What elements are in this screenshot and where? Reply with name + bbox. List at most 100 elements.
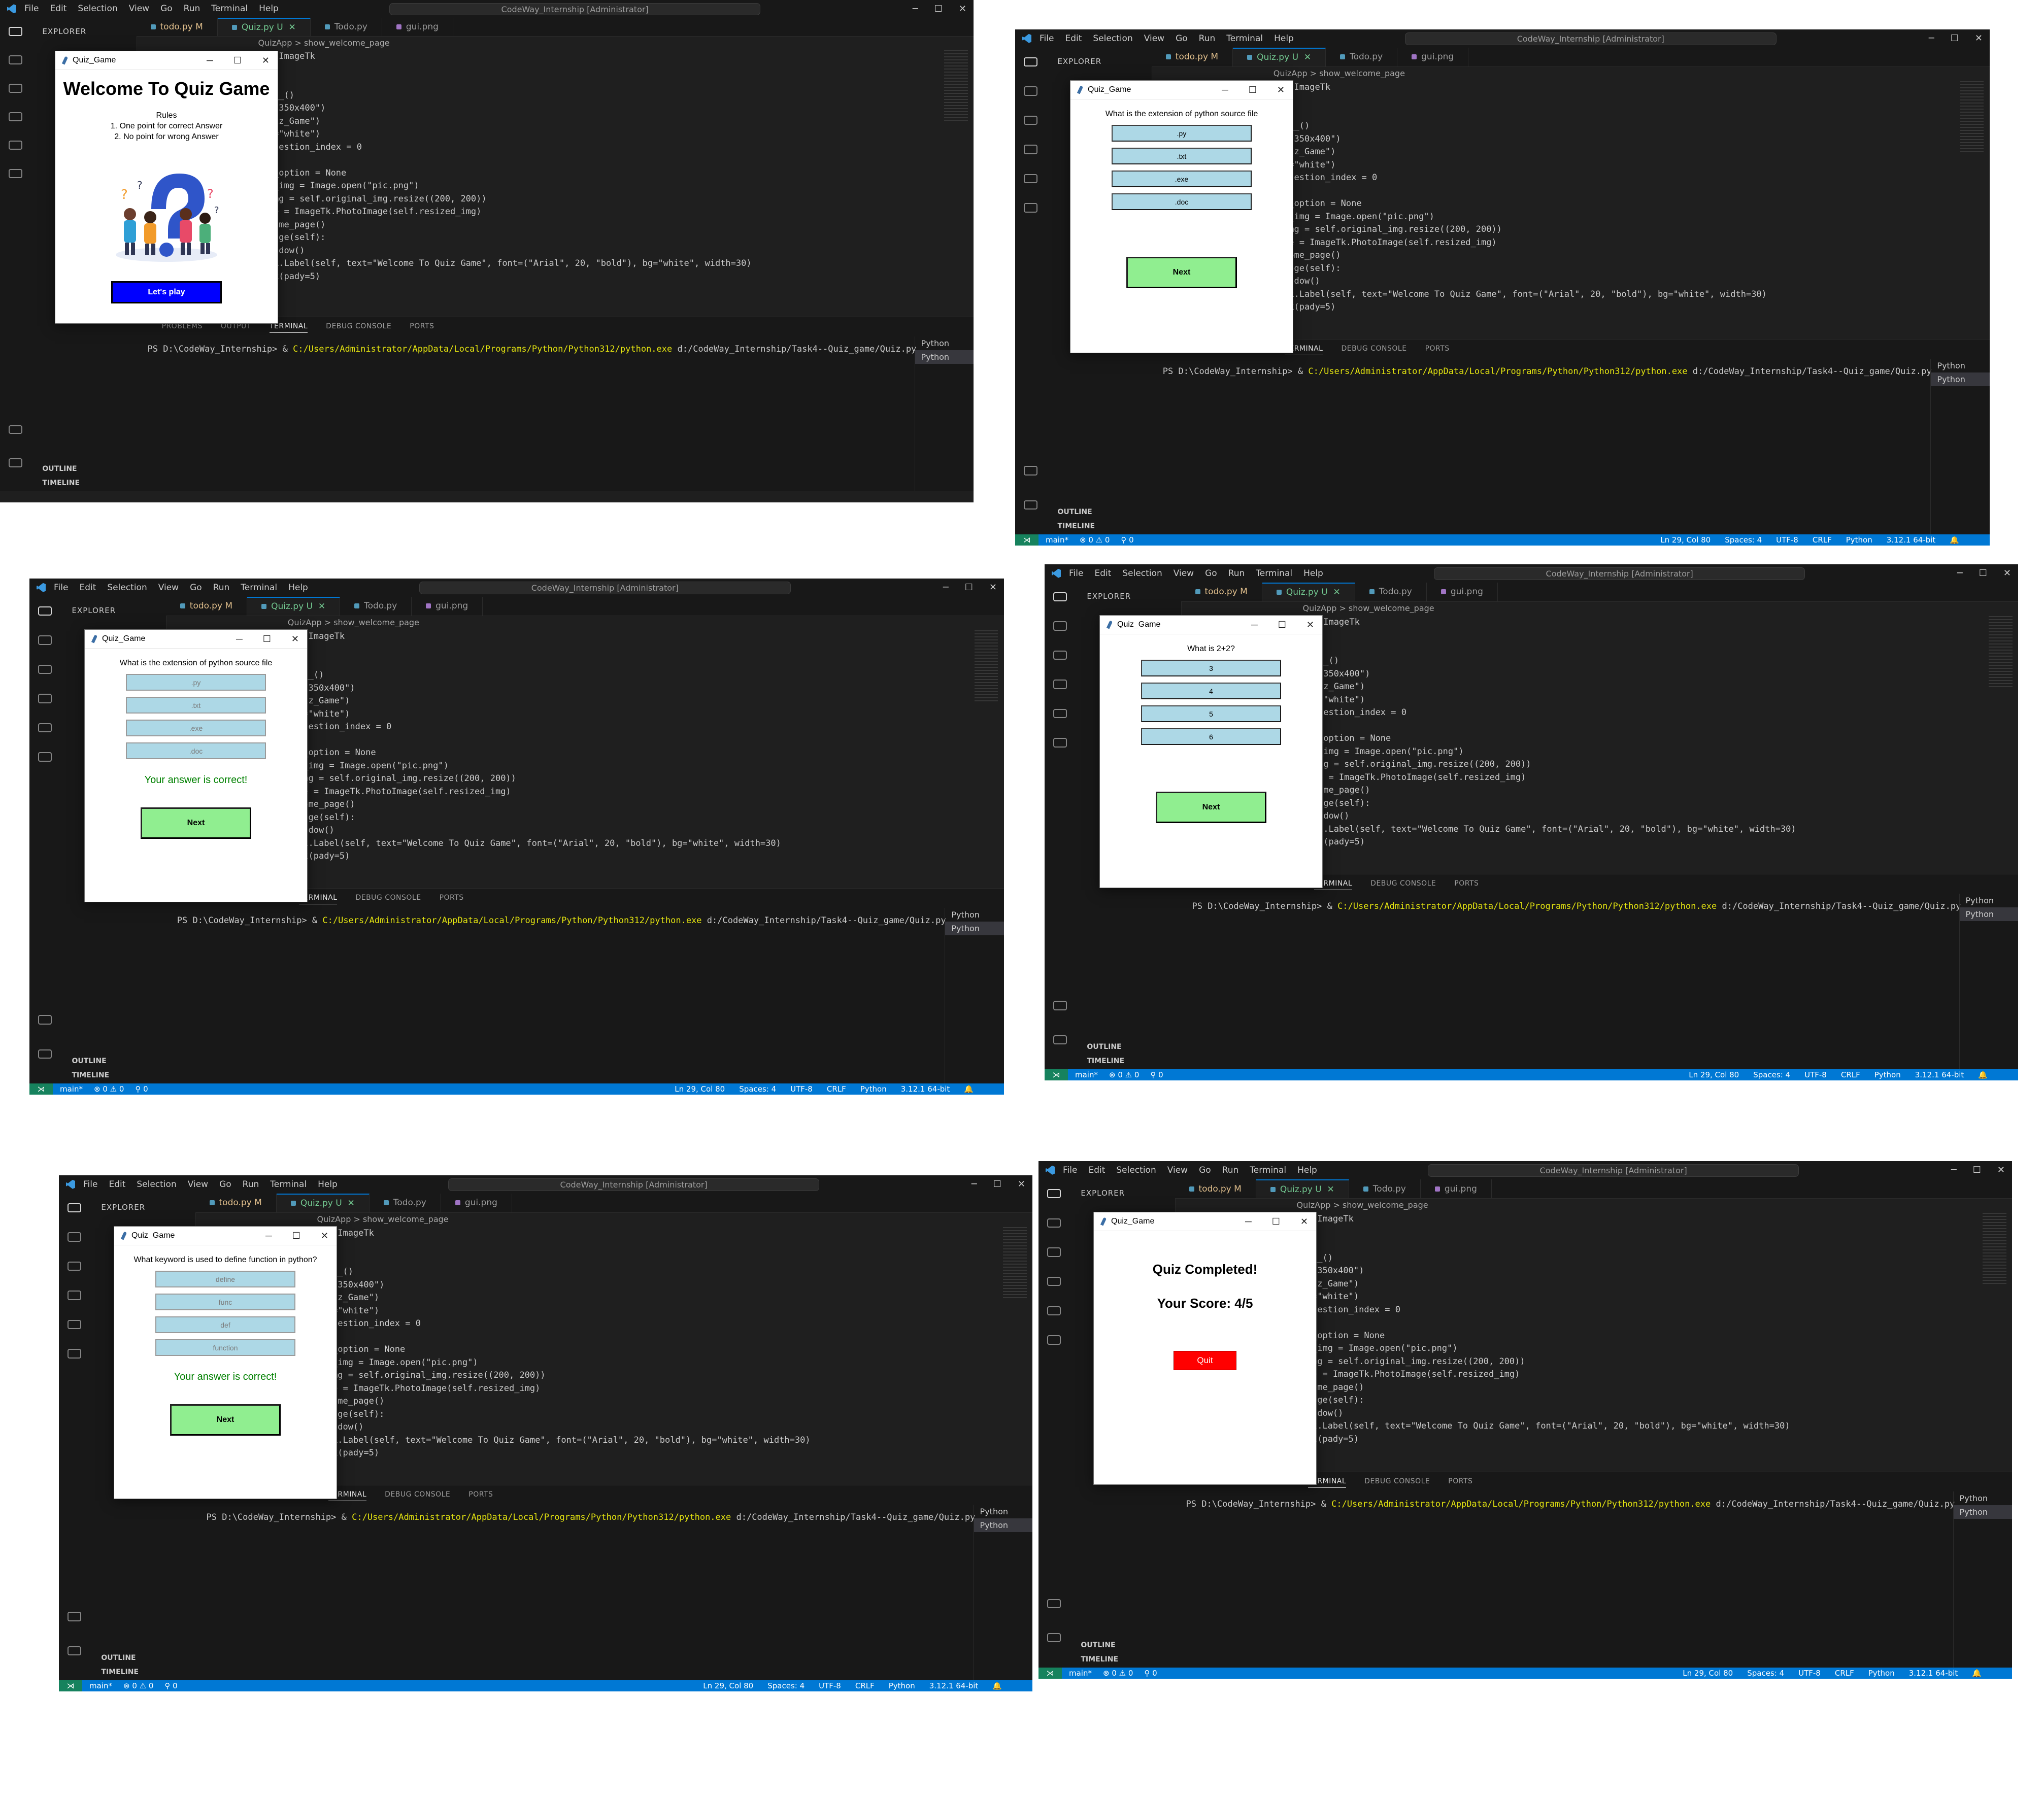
command-center[interactable]: CodeWay_Internship [Administrator] [389,3,761,16]
minimize-icon[interactable]: ─ [913,4,918,14]
tab-quiz[interactable]: Quiz.py U ✕ [1256,1179,1349,1199]
source-control-icon[interactable] [1024,145,1038,154]
minimize-icon[interactable]: ─ [943,582,949,593]
status-position[interactable]: Ln 29, Col 80 [675,1084,725,1094]
terminal-output[interactable]: PS D:\CodeWay_Internship> & C:/Users/Adm… [137,333,974,354]
minimap[interactable] [944,50,968,121]
menu-go[interactable]: Go [219,1179,231,1190]
menu-run[interactable]: Run [213,583,230,593]
status-branch[interactable]: main* [89,1681,112,1690]
menu-view[interactable]: View [1167,1165,1188,1175]
manage-gear-icon[interactable] [68,1646,82,1655]
maximize-icon[interactable]: ☐ [233,55,242,66]
status-eol[interactable]: CRLF [827,1084,846,1094]
maximize-icon[interactable]: ☐ [1249,85,1257,95]
manage-gear-icon[interactable] [38,1049,52,1059]
status-problems[interactable]: ⊗ 0 ⚠ 0 [94,1084,124,1094]
menu-edit[interactable]: Edit [1088,1165,1105,1175]
menu-selection[interactable]: Selection [137,1179,176,1190]
run-debug-icon[interactable] [1053,650,1067,660]
close-icon[interactable]: ✕ [1306,620,1314,630]
breadcrumb[interactable]: QuizApp > show_welcome_page [195,1212,449,1226]
menu-terminal[interactable]: Terminal [211,4,248,14]
bell-icon[interactable]: 🔔 [964,1084,974,1094]
tab-debug-console[interactable]: DEBUG CONSOLE [1341,345,1406,355]
bell-icon[interactable]: 🔔 [1972,1669,1982,1678]
tab-todo-capital[interactable]: Todo.py [1349,1179,1421,1199]
tab-close-icon[interactable]: ✕ [1327,1184,1334,1195]
menu-terminal[interactable]: Terminal [1250,1165,1286,1175]
status-ports[interactable]: ⚲ 0 [1144,1669,1157,1678]
manage-gear-icon[interactable] [1047,1633,1061,1643]
status-python-version[interactable]: 3.12.1 64-bit [901,1084,950,1094]
explorer-icon[interactable] [1024,57,1038,66]
run-debug-icon[interactable] [68,1261,82,1271]
tab-debug-console[interactable]: DEBUG CONSOLE [326,322,391,333]
remote-icon[interactable]: ⋊ [29,1083,53,1095]
outline-section[interactable]: OUTLINE [1076,1043,1181,1051]
extensions-icon[interactable] [1053,708,1067,719]
search-icon[interactable] [68,1232,82,1242]
menu-go[interactable]: Go [1205,568,1217,579]
next-button[interactable]: Next [1126,257,1237,288]
menu-run[interactable]: Run [1228,568,1245,579]
menu-terminal[interactable]: Terminal [1226,33,1263,44]
terminal-output[interactable]: PS D:\CodeWay_Internship> & C:/Users/Adm… [1175,1488,2012,1509]
tab-close-icon[interactable]: ✕ [1304,52,1311,62]
search-icon[interactable] [9,55,23,65]
menu-terminal[interactable]: Terminal [1256,568,1292,579]
status-problems[interactable]: ⊗ 0 ⚠ 0 [1103,1669,1133,1678]
source-control-icon[interactable] [38,694,52,703]
terminal-instance[interactable]: Python [1931,372,1990,387]
terminal-output[interactable]: PS D:\CodeWay_Internship> & C:/Users/Adm… [166,904,1004,926]
search-icon[interactable] [1047,1218,1061,1228]
menu-edit[interactable]: Edit [79,583,96,593]
status-ports[interactable]: ⚲ 0 [135,1084,148,1094]
terminal-instance[interactable]: Python [1954,1491,2012,1505]
status-spaces[interactable]: Spaces: 4 [767,1681,805,1690]
breadcrumb[interactable]: QuizApp > show_welcome_page [1152,66,1405,80]
tab-ports[interactable]: PORTS [440,894,464,904]
search-icon[interactable] [38,635,52,645]
status-encoding[interactable]: UTF-8 [1798,1669,1821,1678]
tab-todo[interactable]: todo.py M [1175,1179,1256,1199]
outline-section[interactable]: OUTLINE [31,465,136,473]
menu-edit[interactable]: Edit [109,1179,125,1190]
timeline-section[interactable]: TIMELINE [1046,522,1151,530]
maximize-icon[interactable]: ☐ [1973,1165,1981,1175]
tab-gui-png[interactable]: gui.png [382,17,453,37]
account-icon[interactable] [68,1612,82,1621]
menu-run[interactable]: Run [1222,1165,1239,1175]
terminal-output[interactable]: PS D:\CodeWay_Internship> & C:/Users/Adm… [195,1501,1032,1522]
terminal-instance[interactable]: Python [915,350,974,364]
tab-ports[interactable]: PORTS [1425,345,1450,355]
source-control-icon[interactable] [1053,680,1067,689]
menu-run[interactable]: Run [1199,33,1216,44]
command-center[interactable]: CodeWay_Internship [Administrator] [419,582,791,595]
close-icon[interactable]: ✕ [262,55,270,66]
tab-quiz[interactable]: Quiz.py U ✕ [1233,47,1326,67]
outline-section[interactable]: OUTLINE [60,1057,165,1065]
status-ports[interactable]: ⚲ 0 [1121,535,1133,545]
tab-gui-png[interactable]: gui.png [412,596,483,616]
minimap[interactable] [1989,616,2013,689]
menu-edit[interactable]: Edit [50,4,66,14]
tab-todo[interactable]: todo.py M [195,1193,277,1213]
tab-todo[interactable]: todo.py M [166,596,248,616]
tab-gui-png[interactable]: gui.png [441,1193,512,1213]
account-icon[interactable] [38,1015,52,1025]
bell-icon[interactable]: 🔔 [1950,535,1959,545]
testing-icon[interactable] [1053,738,1067,748]
quit-button[interactable]: Quit [1174,1351,1236,1370]
option-button[interactable]: 6 [1141,728,1281,745]
status-spaces[interactable]: Spaces: 4 [1747,1669,1784,1678]
minimize-icon[interactable]: ─ [236,634,243,644]
minimize-icon[interactable]: ─ [207,55,213,66]
menu-selection[interactable]: Selection [1122,568,1162,579]
option-button[interactable]: .py [1112,125,1252,142]
manage-gear-icon[interactable] [9,458,23,467]
menu-go[interactable]: Go [160,4,173,14]
status-branch[interactable]: main* [1075,1070,1098,1079]
tab-todo-capital[interactable]: Todo.py [340,596,412,616]
status-language[interactable]: Python [1874,1070,1901,1079]
